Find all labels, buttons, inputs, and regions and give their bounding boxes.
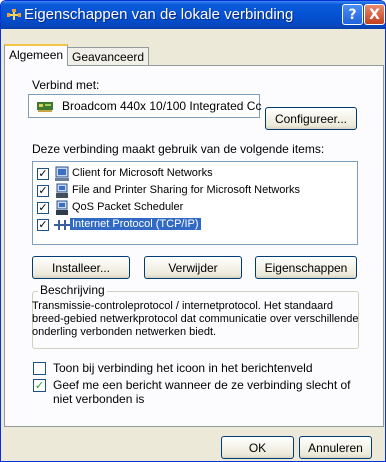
connect-using-label: Verbind met: xyxy=(32,78,100,92)
item-checkbox[interactable]: ✓ xyxy=(37,202,49,214)
adapter-name: Broadcom 440x 10/100 Integrated Cc xyxy=(62,99,262,113)
tab-advanced[interactable]: Geavanceerd xyxy=(67,47,150,66)
item-label: Client for Microsoft Networks xyxy=(72,167,213,179)
cancel-button[interactable]: Annuleren xyxy=(299,436,372,459)
show-icon-checkbox[interactable] xyxy=(33,362,46,375)
qos-scheduler-icon xyxy=(56,200,68,215)
window-title: Eigenschappen van de lokale verbinding xyxy=(24,6,294,23)
notify-label-line-2: niet verbonden is xyxy=(53,392,145,406)
properties-window: Eigenschappen van de lokale verbinding ?… xyxy=(0,0,386,462)
description-line-1: Transmissie-controleprotocol / internetp… xyxy=(32,300,334,312)
item-label-selected: Internet Protocol (TCP/IP) xyxy=(70,218,201,230)
properties-button[interactable]: Eigenschappen xyxy=(255,256,357,279)
items-list[interactable]: ✓ Client for Microsoft Networks ✓ File a… xyxy=(32,161,358,245)
notify-label-line-1: Geef me een bericht wanneer de ze verbin… xyxy=(53,378,351,392)
tab-general[interactable]: Algemeen xyxy=(4,44,69,66)
notify-checkbox[interactable]: ✓ xyxy=(33,379,46,392)
item-checkbox[interactable]: ✓ xyxy=(37,168,49,180)
tcpip-protocol-icon xyxy=(54,220,70,230)
item-label: QoS Packet Scheduler xyxy=(72,201,184,213)
configure-button[interactable]: Configureer... xyxy=(265,107,357,130)
network-connection-icon xyxy=(7,9,21,20)
show-icon-label: Toon bij verbinding het icoon in het ber… xyxy=(53,361,313,375)
title-bar[interactable]: Eigenschappen van de lokale verbinding ?… xyxy=(1,1,385,29)
help-button[interactable]: ? xyxy=(342,4,363,25)
item-checkbox[interactable]: ✓ xyxy=(37,219,49,231)
install-button[interactable]: Installeer... xyxy=(32,256,130,279)
ok-button[interactable]: OK xyxy=(221,436,294,459)
adapter-field: Broadcom 440x 10/100 Integrated Cc xyxy=(28,94,262,118)
items-label: Deze verbinding maakt gebruik van de vol… xyxy=(32,142,325,156)
description-title: Beschrijving xyxy=(38,283,107,297)
close-button[interactable]: X xyxy=(364,4,385,25)
network-client-icon xyxy=(55,166,69,181)
item-checkbox[interactable]: ✓ xyxy=(37,185,49,197)
item-label: File and Printer Sharing for Microsoft N… xyxy=(72,184,301,196)
description-line-2: breed-gebied netwerkprotocol dat communi… xyxy=(32,313,359,325)
network-adapter-icon xyxy=(37,102,53,112)
description-line-3: onderling verbonden netwerken biedt. xyxy=(32,326,217,338)
remove-button[interactable]: Verwijder xyxy=(144,256,242,279)
file-printer-sharing-icon xyxy=(56,183,68,198)
